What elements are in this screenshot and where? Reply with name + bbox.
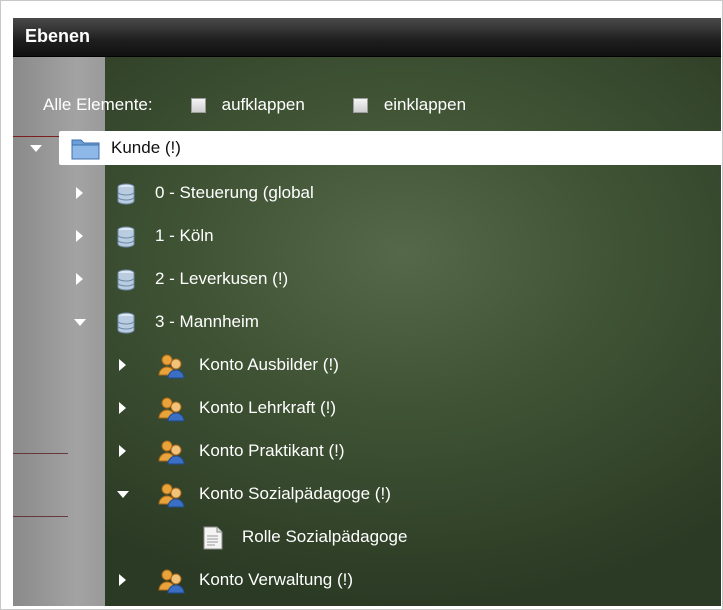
tree-node-label: 3 - Mannheim	[155, 312, 259, 331]
expand-arrow-icon[interactable]	[119, 574, 126, 586]
collapse-arrow-icon[interactable]	[30, 145, 42, 152]
tree-node-label: Konto Praktikant (!)	[199, 441, 345, 460]
tree-root-label: Kunde (!)	[111, 138, 181, 157]
tree-node-row[interactable]: Konto Praktikant (!)	[13, 434, 721, 468]
panel-titlebar: Ebenen	[13, 18, 721, 57]
expand-all-label[interactable]: aufklappen	[222, 95, 305, 115]
tree-node-row[interactable]: Konto Lehrkraft (!)	[13, 391, 721, 425]
tree-node-row[interactable]: Konto Ausbilder (!)	[13, 348, 721, 382]
tree-node-row[interactable]: 1 - Köln	[13, 219, 721, 253]
gutter-divider	[13, 516, 68, 517]
collapse-all-label[interactable]: einklappen	[384, 95, 466, 115]
tree-node-row[interactable]: Konto Verwaltung (!)	[13, 563, 721, 597]
expand-arrow-icon[interactable]	[119, 445, 126, 457]
database-icon	[116, 183, 136, 210]
tree-node-row[interactable]: Rolle Sozialpädagoge	[13, 520, 721, 554]
tree-node-label: 1 - Köln	[155, 226, 214, 245]
expand-controls: Alle Elemente: aufklappen einklappen	[43, 92, 514, 118]
users-icon	[157, 568, 187, 599]
tree-root-row[interactable]: Kunde (!)	[30, 131, 721, 165]
tree-node-row[interactable]: Konto Sozialpädagoge (!)	[13, 477, 721, 511]
database-icon	[116, 312, 136, 339]
all-elements-label: Alle Elemente:	[43, 95, 153, 114]
tree-node-label: Konto Ausbilder (!)	[199, 355, 339, 374]
collapse-arrow-icon[interactable]	[74, 319, 86, 326]
tree-node-label: Konto Lehrkraft (!)	[199, 398, 337, 417]
document-icon	[203, 526, 223, 555]
collapse-all-checkbox[interactable]	[352, 97, 368, 113]
expand-arrow-icon[interactable]	[76, 230, 83, 242]
users-icon	[157, 439, 187, 470]
tree-node-label: 0 - Steuerung (global	[155, 183, 314, 202]
expand-arrow-icon[interactable]	[119, 359, 126, 371]
panel-title: Ebenen	[25, 26, 91, 46]
expand-arrow-icon[interactable]	[76, 187, 83, 199]
tree-node-label: Konto Sozialpädagoge (!)	[199, 484, 391, 503]
tree-node-label: 2 - Leverkusen (!)	[155, 269, 289, 288]
tree-node-label: Konto Verwaltung (!)	[199, 570, 354, 589]
expand-arrow-icon[interactable]	[76, 273, 83, 285]
tree-node-row[interactable]: 0 - Steuerung (global	[13, 176, 721, 210]
folder-icon	[71, 136, 101, 165]
window-frame: Ebenen Alle Elemente: aufklappen einklap…	[0, 0, 723, 610]
layers-panel: Ebenen Alle Elemente: aufklappen einklap…	[13, 18, 721, 606]
tree-node-row[interactable]: 3 - Mannheim	[13, 305, 721, 339]
users-icon	[157, 482, 187, 513]
users-icon	[157, 353, 187, 384]
tree-node-row[interactable]: 2 - Leverkusen (!)	[13, 262, 721, 296]
expand-all-checkbox[interactable]	[190, 97, 206, 113]
expand-arrow-icon[interactable]	[119, 402, 126, 414]
database-icon	[116, 269, 136, 296]
users-icon	[157, 396, 187, 427]
collapse-arrow-icon[interactable]	[117, 491, 129, 498]
tree-node-label: Rolle Sozialpädagoge	[242, 527, 408, 546]
database-icon	[116, 226, 136, 253]
